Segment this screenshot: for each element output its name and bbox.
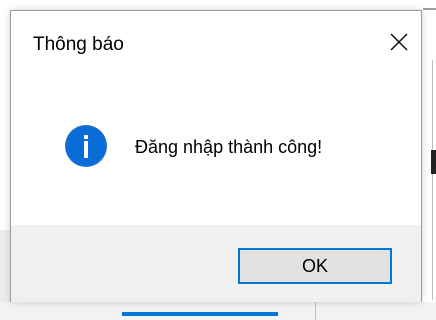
dialog-footer: OK xyxy=(11,225,421,302)
background-window-border xyxy=(432,60,433,300)
background-text-fragment xyxy=(431,150,436,174)
close-button[interactable] xyxy=(377,23,421,63)
screen: Thông báo Đăng nhập thành công! OK xyxy=(0,0,436,320)
background-toolbar xyxy=(0,302,436,320)
ok-button-label: OK xyxy=(301,255,328,276)
dialog-title: Thông báo xyxy=(33,34,124,55)
dialog-titlebar[interactable]: Thông báo xyxy=(11,11,421,69)
background-divider xyxy=(315,302,316,320)
background-button-accent xyxy=(122,312,278,316)
dialog-content: Đăng nhập thành công! xyxy=(11,69,421,225)
dialog-message: Đăng nhập thành công! xyxy=(135,137,323,157)
ok-button[interactable]: OK xyxy=(238,248,392,284)
close-icon xyxy=(390,33,408,51)
background-window-edge xyxy=(423,8,436,10)
info-icon xyxy=(65,125,107,167)
message-dialog: Thông báo Đăng nhập thành công! OK xyxy=(10,10,422,302)
